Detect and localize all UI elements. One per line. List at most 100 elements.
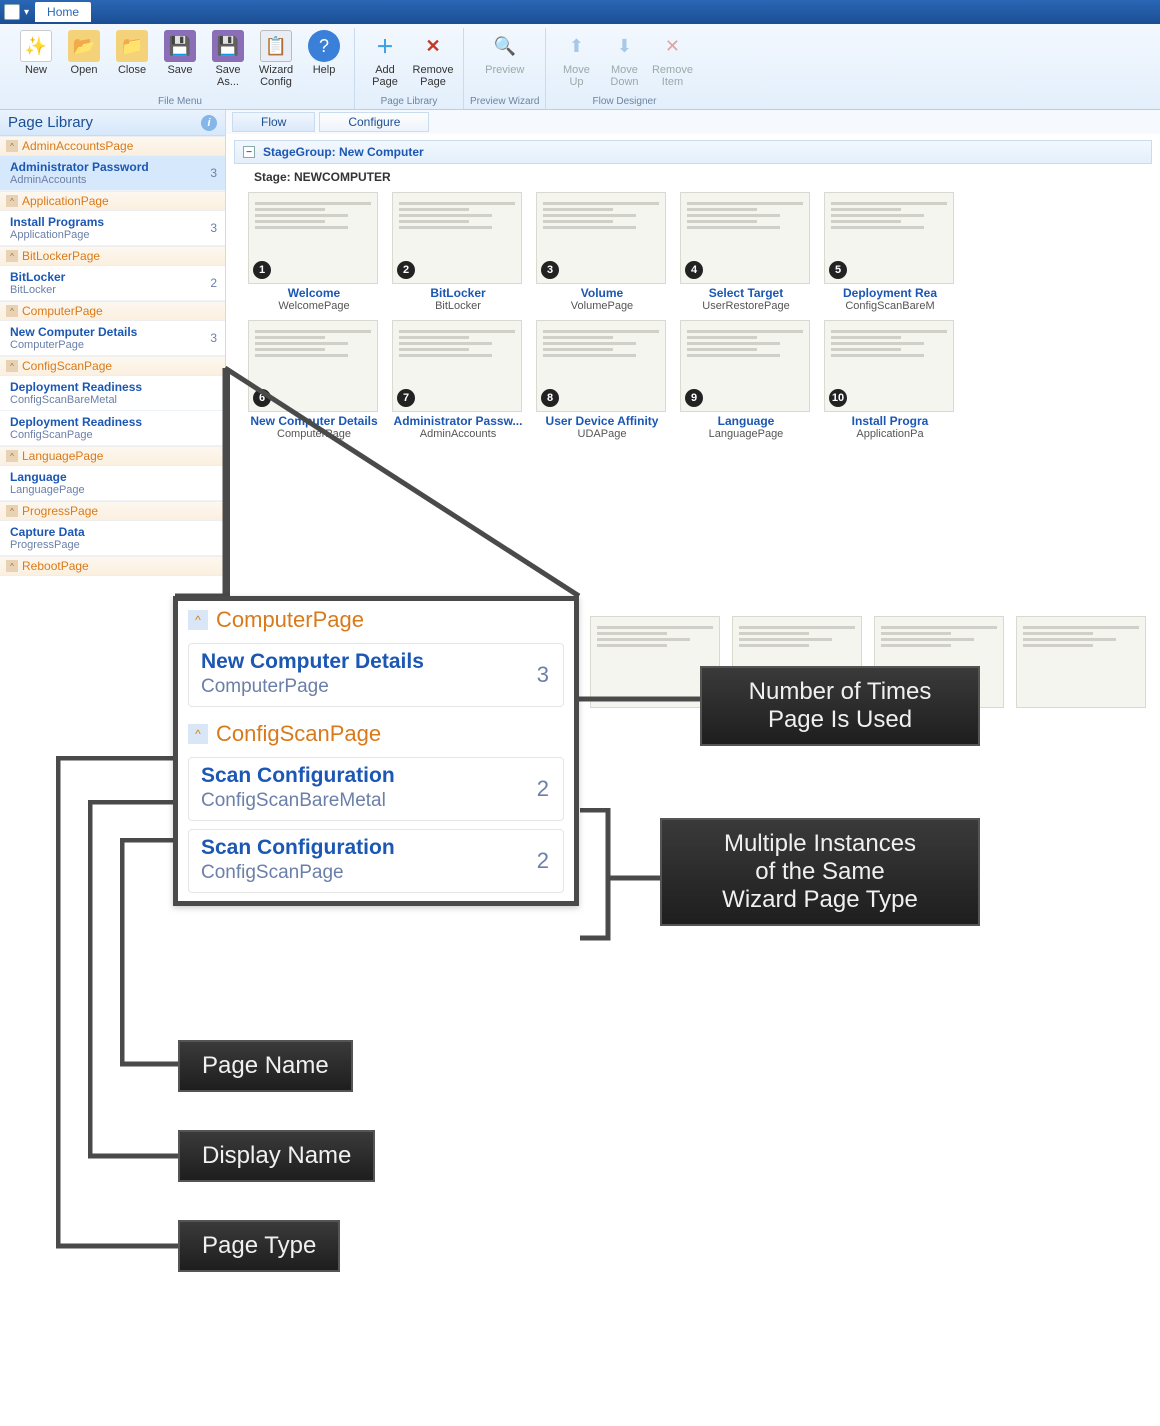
lib-group-header[interactable]: ^ComputerPage [0,301,225,321]
lib-item-display: Install Programs [10,215,217,229]
callout-group-label: ComputerPage [216,607,364,633]
movedown-icon: ⬇ [608,30,640,62]
save-button[interactable]: 💾Save [156,28,204,90]
thumb-number-badge: 10 [829,389,847,407]
thumb-number-badge: 2 [397,261,415,279]
callout-group-header: ^ ComputerPage [178,601,574,639]
callout-item[interactable]: Scan Configuration ConfigScanBareMetal 2 [188,757,564,821]
moveup-button[interactable]: ⬆Move Up [552,28,600,90]
page-thumb[interactable]: 3VolumeVolumePage [536,192,668,312]
ribbon-group-label: File Menu [158,96,202,109]
removepage-button[interactable]: ✕Remove Page [409,28,457,90]
thumb-row-1: 1WelcomeWelcomePage2BitLockerBitLocker3V… [226,188,1160,316]
chevron-up-icon: ^ [6,560,18,572]
titlebar: ▾ Home [0,0,1160,24]
wizardconfig-icon: 📋 [260,30,292,62]
ribbon-group-pagelibrary: ＋Add Page ✕Remove Page Page Library [355,28,464,109]
chevron-up-icon: ^ [6,195,18,207]
thumb-subtitle: WelcomePage [248,300,380,312]
info-icon[interactable]: i [201,115,217,131]
tab-home[interactable]: Home [35,2,91,22]
close-button[interactable]: 📁Close [108,28,156,90]
chevron-up-icon[interactable]: ^ [188,610,208,630]
thumb-number-badge: 3 [541,261,559,279]
lib-item-count: 3 [210,331,217,345]
callout-display-name: Scan Configuration [201,764,551,788]
thumb-subtitle: VolumePage [536,300,668,312]
thumb-title: Welcome [248,286,380,300]
lib-item-display: BitLocker [10,270,217,284]
lib-group-header[interactable]: ^ ApplicationPage [0,191,225,211]
lib-group-label: BitLockerPage [22,249,100,263]
ribbon-group-label: Flow Designer [593,96,657,109]
removepage-icon: ✕ [417,30,449,62]
thumb-number-badge: 9 [685,389,703,407]
save-icon: 💾 [164,30,196,62]
thumb-title: BitLocker [392,286,524,300]
open-button[interactable]: 📂Open [60,28,108,90]
lib-item[interactable]: BitLockerBitLocker2 [0,266,225,301]
thumb-subtitle: ApplicationPa [824,428,956,440]
thumb-title: Select Target [680,286,812,300]
callout-item[interactable]: New Computer Details ComputerPage 3 [188,643,564,707]
thumb-placeholder [1016,616,1146,708]
lib-group-label: ConfigScanPage [22,359,112,373]
thumb-title: Language [680,414,812,428]
moveup-icon: ⬆ [560,30,592,62]
addpage-button[interactable]: ＋Add Page [361,28,409,90]
callout-item[interactable]: Scan Configuration ConfigScanPage 2 [188,829,564,893]
preview-button[interactable]: 🔍Preview [481,28,529,78]
lib-item[interactable]: Install ProgramsApplicationPage3 [0,211,225,246]
saveas-button[interactable]: 💾Save As... [204,28,252,90]
collapse-icon[interactable]: − [243,146,255,158]
lib-group-header[interactable]: ^ BitLockerPage [0,246,225,266]
ribbon-group-filemenu: ✨New 📂Open 📁Close 💾Save 💾Save As... 📋Wiz… [6,28,355,109]
page-thumb[interactable]: 10Install PrograApplicationPa [824,320,956,440]
lib-item-count: 3 [210,221,217,235]
thumb-subtitle: ConfigScanBareM [824,300,956,312]
stagegroup-header[interactable]: − StageGroup: New Computer [234,140,1152,164]
page-thumb[interactable]: 9 LanguageLanguagePage [680,320,812,440]
page-thumb[interactable]: 5 Deployment ReaConfigScanBareM [824,192,956,312]
callout-count: 3 [537,662,549,688]
tab-flow[interactable]: Flow [232,112,315,132]
chevron-up-icon[interactable]: ^ [188,724,208,744]
lib-group-label: LanguagePage [22,449,103,463]
thumb-title: Deployment Rea [824,286,956,300]
help-button[interactable]: ?Help [300,28,348,90]
chevron-up-icon: ^ [6,140,18,152]
stagegroup-title: StageGroup: New Computer [263,145,424,159]
thumb-number-badge: 4 [685,261,703,279]
lib-group-header[interactable]: ^AdminAccountsPage [0,136,225,156]
callout-display-name: New Computer Details [201,650,551,674]
page-thumb[interactable]: 4 Select TargetUserRestorePage [680,192,812,312]
addpage-icon: ＋ [369,30,401,62]
document-icon[interactable] [4,4,20,20]
lib-item-count: 3 [210,166,217,180]
new-button[interactable]: ✨New [12,28,60,90]
annotation-displayname: Display Name [178,1130,375,1182]
page-thumb[interactable]: 2BitLockerBitLocker [392,192,524,312]
lib-item-name: ApplicationPage [10,229,217,241]
chevron-up-icon: ^ [6,250,18,262]
lib-item-display: Administrator Password [10,160,217,174]
callout-page-name: ConfigScanBareMetal [201,790,551,812]
close-icon: 📁 [116,30,148,62]
thumb-subtitle: LanguagePage [680,428,812,440]
ribbon-group-flowdesigner: ⬆Move Up ⬇Move Down ✕Remove Item Flow De… [546,28,702,109]
page-thumb[interactable]: 1WelcomeWelcomePage [248,192,380,312]
tab-configure[interactable]: Configure [319,112,429,132]
movedown-button[interactable]: ⬇Move Down [600,28,648,90]
lib-item[interactable]: New Computer DetailsComputerPage3 [0,321,225,356]
thumb-number-badge: 5 [829,261,847,279]
saveas-icon: 💾 [212,30,244,62]
wizardconfig-button[interactable]: 📋Wizard Config [252,28,300,90]
lib-item[interactable]: Administrator PasswordAdminAccounts3 [0,156,225,191]
preview-icon: 🔍 [489,30,521,62]
thumb-subtitle: UserRestorePage [680,300,812,312]
lib-group-label: ApplicationPage [22,194,109,208]
removeitem-button[interactable]: ✕Remove Item [648,28,696,90]
lib-item-name: AdminAccounts [10,174,217,186]
callout-page-name: ComputerPage [201,676,551,698]
quick-access-dropdown[interactable]: ▾ [24,7,29,18]
